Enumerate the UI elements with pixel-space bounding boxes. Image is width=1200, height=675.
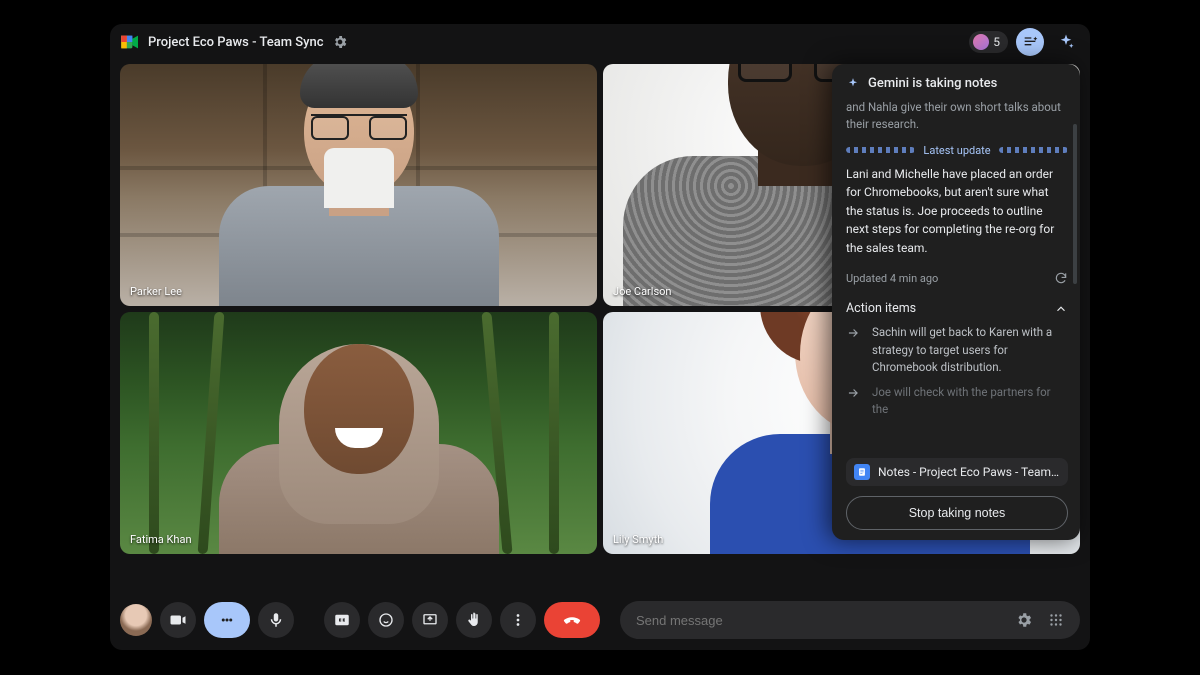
updated-row: Updated 4 min ago (846, 271, 1068, 285)
panel-scrollbar[interactable] (1073, 124, 1077, 284)
meeting-title: Project Eco Paws - Team Sync (148, 35, 324, 50)
participant-figure (209, 324, 509, 554)
video-tile[interactable]: Fatima Khan (120, 312, 597, 554)
header: Project Eco Paws - Team Sync 5 (110, 24, 1090, 60)
message-settings-icon[interactable] (1008, 604, 1040, 636)
panel-heading: Gemini is taking notes (868, 76, 997, 91)
action-text: Sachin will get back to Karen with a str… (872, 324, 1068, 376)
camera-button[interactable] (160, 602, 196, 638)
message-box[interactable] (620, 601, 1080, 639)
refresh-icon[interactable] (1054, 271, 1068, 285)
effects-button[interactable] (204, 602, 250, 638)
participant-count: 5 (993, 35, 1000, 49)
leave-call-button[interactable] (544, 602, 600, 638)
squiggle-left-icon (846, 147, 915, 153)
message-input[interactable] (636, 613, 1008, 628)
bottom-bar (120, 598, 1080, 642)
action-items-header[interactable]: Action items (846, 301, 1068, 316)
mini-avatar-icon (973, 34, 989, 50)
action-text: Joe will check with the partners for the (872, 384, 1068, 419)
squiggle-right-icon (999, 147, 1068, 153)
latest-update-text: Lani and Michelle have placed an order f… (846, 165, 1068, 258)
reactions-button[interactable] (368, 602, 404, 638)
participant-name: Lily Smyth (613, 533, 663, 546)
settings-icon[interactable] (332, 34, 348, 50)
participant-name: Parker Lee (130, 285, 182, 298)
more-options-button[interactable] (500, 602, 536, 638)
action-item: Joe will check with the partners for the (846, 384, 1068, 419)
chevron-up-icon (1054, 302, 1068, 316)
section-title: Action items (846, 301, 916, 316)
previous-summary-snippet: and Nahla give their own short talks abo… (846, 99, 1068, 134)
present-button[interactable] (412, 602, 448, 638)
panel-heading-row: Gemini is taking notes (846, 76, 1068, 91)
gemini-notes-panel: Gemini is taking notes and Nahla give th… (832, 64, 1080, 540)
updated-timestamp: Updated 4 min ago (846, 272, 938, 285)
participant-figure (209, 96, 509, 306)
participant-count-pill[interactable]: 5 (969, 31, 1008, 53)
meet-window: Project Eco Paws - Team Sync 5 (110, 24, 1090, 650)
docs-icon (854, 464, 870, 480)
participant-name: Joe Carlson (613, 285, 671, 298)
self-view-avatar[interactable] (120, 604, 152, 636)
video-tile[interactable]: Parker Lee (120, 64, 597, 306)
apps-grid-icon[interactable] (1040, 604, 1072, 636)
notes-doc-row[interactable]: Notes - Project Eco Paws - Team… (846, 458, 1068, 486)
captions-button[interactable] (324, 602, 360, 638)
divider-label: Latest update (923, 144, 990, 157)
sparkle-icon (846, 77, 860, 91)
raise-hand-button[interactable] (456, 602, 492, 638)
doc-title: Notes - Project Eco Paws - Team… (878, 465, 1059, 479)
header-right: 5 (969, 28, 1080, 56)
meet-logo-icon (120, 34, 140, 50)
arrow-right-icon (846, 326, 862, 376)
participant-name: Fatima Khan (130, 533, 192, 546)
action-item: Sachin will get back to Karen with a str… (846, 324, 1068, 376)
notes-pill-icon[interactable] (1016, 28, 1044, 56)
arrow-right-icon (846, 386, 862, 419)
microphone-button[interactable] (258, 602, 294, 638)
latest-update-divider: Latest update (846, 144, 1068, 157)
gemini-sparkle-icon[interactable] (1052, 28, 1080, 56)
stop-notes-button[interactable]: Stop taking notes (846, 496, 1068, 530)
